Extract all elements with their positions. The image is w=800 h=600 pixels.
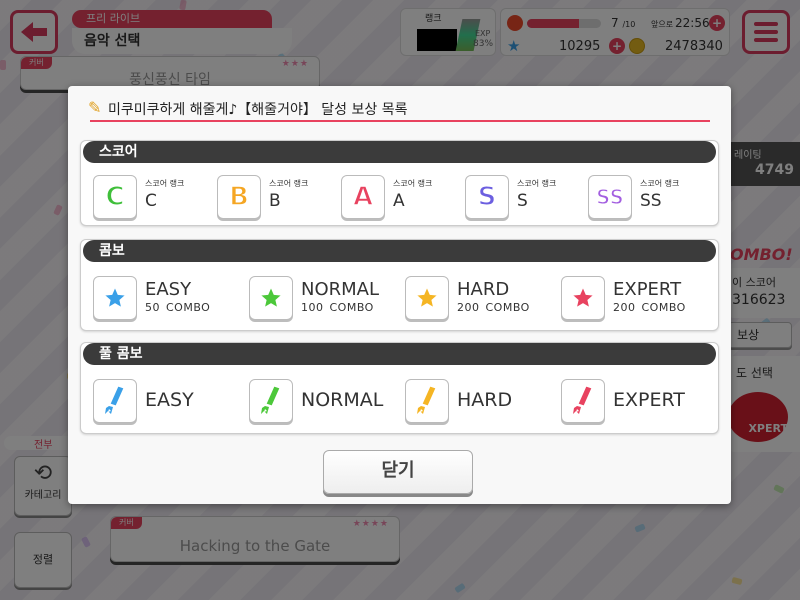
full-combo-reward: EASY xyxy=(93,379,243,425)
difficulty-name: EXPERT xyxy=(613,389,685,411)
full-combo-section: 풀 콤보 EASY NORMAL HARD EXPERT xyxy=(80,342,719,434)
rank-value: B xyxy=(269,191,281,211)
combo-requirement: 200 COMBO xyxy=(613,301,686,314)
score-rank-reward: S 스코어 랭크 S xyxy=(465,175,585,221)
combo-reward: EXPERT 200 COMBO xyxy=(561,276,711,322)
close-button[interactable]: 닫기 xyxy=(323,450,473,494)
score-rank-reward: A 스코어 랭크 A xyxy=(341,175,461,221)
rank-caption: 스코어 랭크 xyxy=(393,179,433,188)
combo-count: 200 xyxy=(613,301,636,314)
difficulty-name: NORMAL xyxy=(301,279,380,300)
rank-letter: A xyxy=(352,182,374,212)
pen-icon: ✎ xyxy=(88,98,102,117)
rank-letter: C xyxy=(105,182,126,212)
rank-s-icon: S xyxy=(465,175,509,219)
rank-value: C xyxy=(145,191,157,211)
score-rank-reward: B 스코어 랭크 B xyxy=(217,175,337,221)
combo-unit: COMBO xyxy=(329,301,374,314)
rank-caption: 스코어 랭크 xyxy=(269,179,309,188)
difficulty-name: EXPERT xyxy=(613,279,682,300)
score-section: 스코어 C 스코어 랭크 C B 스코어 랭크 B A 스코어 랭크 A S 스코어 랭크 S SS 스코… xyxy=(80,140,719,226)
rank-value: A xyxy=(393,191,405,211)
combo-count: 50 xyxy=(145,301,160,314)
combo-requirement: 50 COMBO xyxy=(145,301,210,314)
combo-unit: COMBO xyxy=(485,301,530,314)
difficulty-name: EASY xyxy=(145,279,192,300)
full-combo-icon xyxy=(561,379,605,423)
section-header: 풀 콤보 xyxy=(83,343,716,365)
combo-unit: COMBO xyxy=(641,301,686,314)
combo-count: 200 xyxy=(457,301,480,314)
full-combo-icon xyxy=(405,379,449,423)
star-icon xyxy=(249,276,293,320)
combo-requirement: 200 COMBO xyxy=(457,301,530,314)
rank-value: S xyxy=(517,191,528,211)
combo-reward: HARD 200 COMBO xyxy=(405,276,555,322)
section-header: 콤보 xyxy=(83,240,716,262)
score-rank-reward: C 스코어 랭크 C xyxy=(93,175,213,221)
score-rank-reward: SS 스코어 랭크 SS xyxy=(588,175,708,221)
rank-c-icon: C xyxy=(93,175,137,219)
combo-requirement: 100 COMBO xyxy=(301,301,374,314)
reward-list-dialog: ✎ 미쿠미쿠하게 해줄게♪【해줄거야】 달성 보상 목록 스코어 C 스코어 랭크… xyxy=(68,86,731,504)
rank-letter: B xyxy=(228,182,249,212)
star-icon xyxy=(405,276,449,320)
rank-letter: SS xyxy=(595,185,624,209)
star-icon xyxy=(93,276,137,320)
section-header: 스코어 xyxy=(83,141,716,163)
rank-b-icon: B xyxy=(217,175,261,219)
full-combo-reward: HARD xyxy=(405,379,555,425)
full-combo-reward: NORMAL xyxy=(249,379,399,425)
rank-letter: S xyxy=(477,182,497,212)
rank-caption: 스코어 랭크 xyxy=(640,179,680,188)
rank-a-icon: A xyxy=(341,175,385,219)
rank-caption: 스코어 랭크 xyxy=(145,179,185,188)
combo-section: 콤보 EASY 50 COMBO NORMAL 100 COMBO HARD 200 COMBO… xyxy=(80,239,719,331)
difficulty-name: EASY xyxy=(145,389,194,411)
star-icon xyxy=(561,276,605,320)
difficulty-name: HARD xyxy=(457,279,510,300)
full-combo-reward: EXPERT xyxy=(561,379,711,425)
rank-ss-icon: SS xyxy=(588,175,632,219)
dialog-header: ✎ 미쿠미쿠하게 해줄게♪【해줄거야】 달성 보상 목록 xyxy=(88,98,710,122)
full-combo-icon xyxy=(93,379,137,423)
combo-reward: EASY 50 COMBO xyxy=(93,276,243,322)
combo-unit: COMBO xyxy=(166,301,211,314)
full-combo-icon xyxy=(249,379,293,423)
dialog-title: 미쿠미쿠하게 해줄게♪【해줄거야】 달성 보상 목록 xyxy=(108,102,408,118)
rank-caption: 스코어 랭크 xyxy=(517,179,557,188)
difficulty-name: NORMAL xyxy=(301,389,384,411)
difficulty-name: HARD xyxy=(457,389,513,411)
combo-reward: NORMAL 100 COMBO xyxy=(249,276,399,322)
combo-count: 100 xyxy=(301,301,324,314)
rank-value: SS xyxy=(640,191,662,211)
